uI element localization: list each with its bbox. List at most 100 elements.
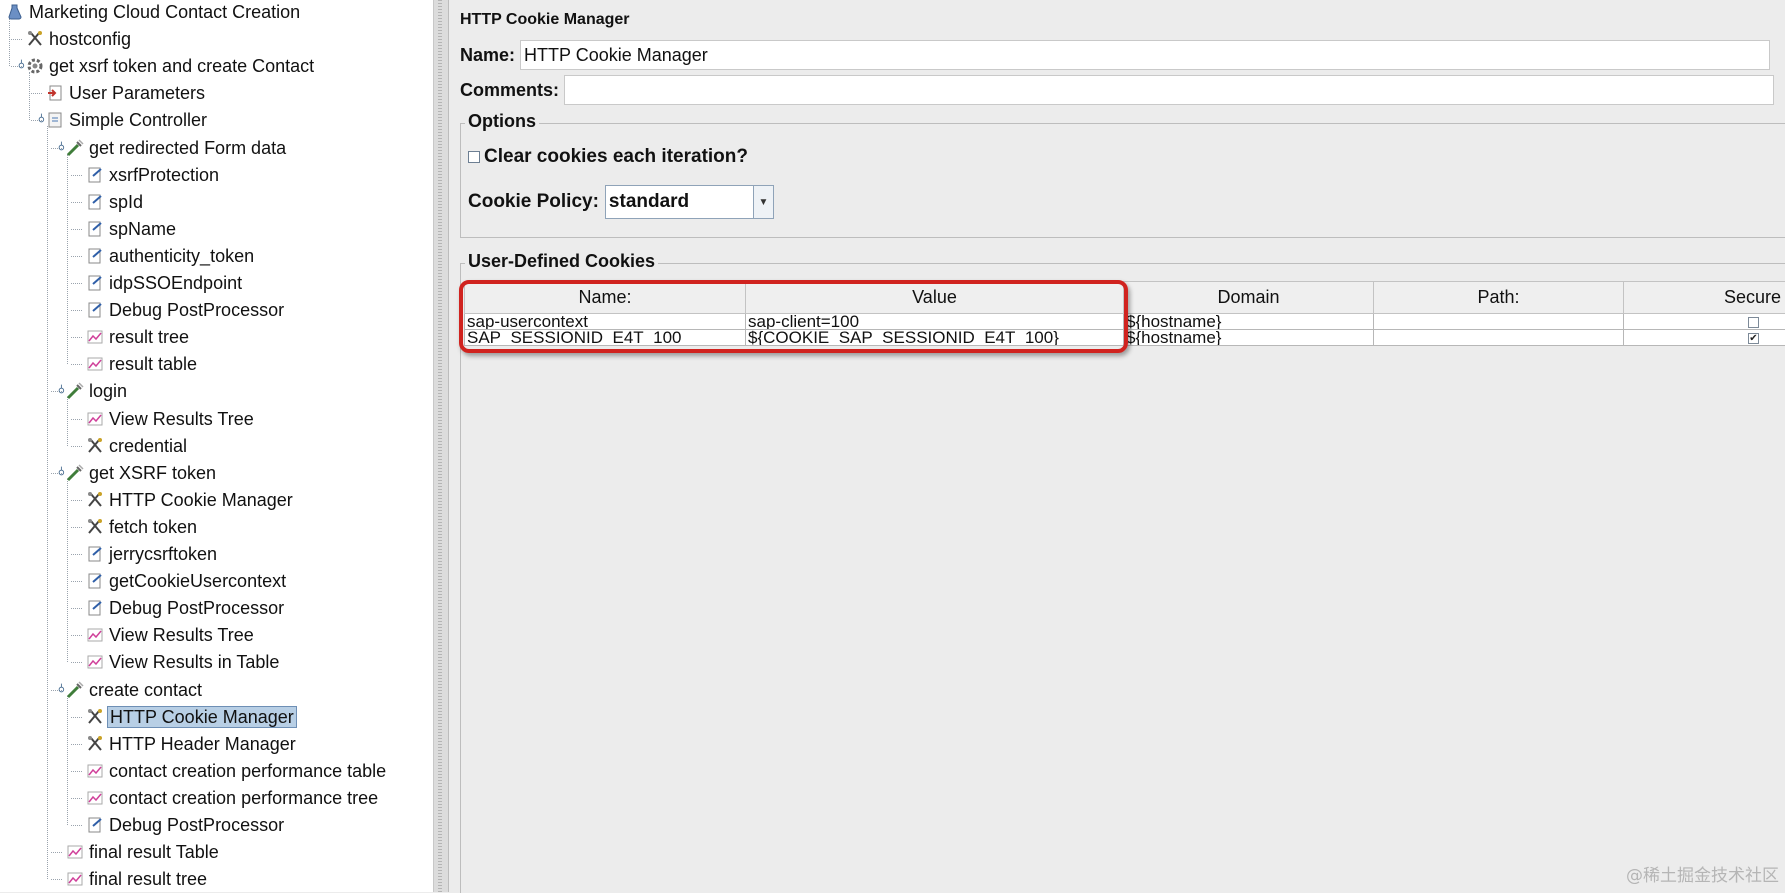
tree-node[interactable]: contact creation performance tree <box>86 786 380 810</box>
tree-node[interactable]: idpSSOEndpoint <box>86 271 244 295</box>
cookie-domain-cell[interactable]: ${hostname} <box>1124 314 1374 330</box>
chevron-down-icon[interactable]: ▼ <box>753 186 773 218</box>
tree-expand-toggle-icon[interactable]: ⚲ <box>58 142 65 149</box>
tree-node[interactable]: View Results in Table <box>86 650 281 674</box>
cookie-path-cell[interactable] <box>1374 314 1624 330</box>
tree-node-label: fetch token <box>107 515 199 539</box>
split-pane-divider[interactable] <box>433 0 449 892</box>
tree-node-label: View Results in Table <box>107 650 281 674</box>
tree-guide-line <box>71 364 82 365</box>
clear-cookies-checkbox[interactable] <box>468 151 480 163</box>
cookie-secure-cell[interactable] <box>1624 314 1785 330</box>
tree-node[interactable]: jerrycsrftoken <box>86 542 219 566</box>
tree-guide-line <box>71 744 82 745</box>
listener-icon <box>86 762 104 780</box>
tree-node[interactable]: create contact <box>66 678 204 702</box>
tree-node[interactable]: Marketing Cloud Contact Creation <box>6 0 302 24</box>
tree-node-label: contact creation performance tree <box>107 786 380 810</box>
cookies-table[interactable]: Name: Value Domain Path: Secure sap-user… <box>464 281 1785 346</box>
tree-node-label: HTTP Cookie Manager <box>107 706 297 728</box>
tree-guide-line <box>71 581 82 582</box>
tree-node[interactable]: Debug PostProcessor <box>86 813 286 837</box>
clear-cookies-label[interactable]: Clear cookies each iteration? <box>484 146 748 168</box>
postprocessor-icon <box>86 545 104 563</box>
tree-node[interactable]: View Results Tree <box>86 407 256 431</box>
tree-node[interactable]: authenticity_token <box>86 244 256 268</box>
cookie-secure-cell[interactable]: ✔ <box>1624 330 1785 346</box>
tree-node-label: create contact <box>87 678 204 702</box>
column-header-path[interactable]: Path: <box>1374 282 1624 314</box>
name-input[interactable]: HTTP Cookie Manager <box>520 40 1770 70</box>
tree-expand-toggle-icon[interactable]: ⚲ <box>38 114 45 121</box>
tree-node[interactable]: hostconfig <box>26 27 133 51</box>
user-defined-cookies-title: User-Defined Cookies <box>465 251 658 272</box>
tree-node[interactable]: get redirected Form data <box>66 136 288 160</box>
tree-node-label: spName <box>107 217 178 241</box>
postprocessor-icon <box>86 572 104 590</box>
postprocessor-icon <box>86 599 104 617</box>
sampler-icon <box>66 382 84 400</box>
tree-node[interactable]: contact creation performance table <box>86 759 388 783</box>
tree-node[interactable]: HTTP Cookie Manager <box>86 705 297 729</box>
cookie-path-cell[interactable] <box>1374 330 1624 346</box>
cookie-policy-row: Cookie Policy: standard ▼ <box>468 185 774 219</box>
tree-node[interactable]: xsrfProtection <box>86 163 221 187</box>
tree-node[interactable]: login <box>66 379 129 403</box>
table-row[interactable]: sap-usercontext sap-client=100 ${hostnam… <box>465 314 1785 330</box>
tree-node[interactable]: spName <box>86 217 178 241</box>
tree-expand-toggle-icon[interactable]: ⚲ <box>18 60 25 67</box>
tree-node[interactable]: getCookieUsercontext <box>86 569 288 593</box>
tree-node-label: get redirected Form data <box>87 136 288 160</box>
tree-expand-toggle-icon[interactable]: ⚲ <box>58 684 65 691</box>
column-header-value[interactable]: Value <box>746 282 1124 314</box>
column-header-domain[interactable]: Domain <box>1124 282 1374 314</box>
tree-guide-line <box>71 419 82 420</box>
postprocessor-icon <box>86 220 104 238</box>
tree-guide-line <box>67 397 68 445</box>
tree-node[interactable]: get XSRF token <box>66 461 218 485</box>
tree-node[interactable]: spId <box>86 190 145 214</box>
cookie-name-cell[interactable]: SAP_SESSIONID_E4T_100 <box>465 330 746 346</box>
cookie-value-cell[interactable]: ${COOKIE_SAP_SESSIONID_E4T_100} <box>746 330 1124 346</box>
secure-checkbox[interactable]: ✔ <box>1748 333 1759 344</box>
tree-node[interactable]: get xsrf token and create Contact <box>26 54 316 78</box>
config-element-icon <box>86 708 104 726</box>
tree-node[interactable]: Simple Controller <box>46 108 209 132</box>
listener-icon <box>66 843 84 861</box>
divider-grip[interactable] <box>438 0 442 892</box>
tree-node[interactable]: Debug PostProcessor <box>86 298 286 322</box>
cookie-policy-select[interactable]: standard ▼ <box>605 185 774 219</box>
tree-node[interactable]: HTTP Header Manager <box>86 732 298 756</box>
tree-node[interactable]: fetch token <box>86 515 199 539</box>
tree-node[interactable]: User Parameters <box>46 81 207 105</box>
tree-node-label: Debug PostProcessor <box>107 813 286 837</box>
controller-icon <box>46 111 64 129</box>
table-row[interactable]: SAP_SESSIONID_E4T_100 ${COOKIE_SAP_SESSI… <box>465 330 1785 346</box>
tree-node[interactable]: final result Table <box>66 840 221 864</box>
tree-node[interactable]: result tree <box>86 325 191 349</box>
tree-node[interactable]: credential <box>86 434 189 458</box>
cookie-domain-cell[interactable]: ${hostname} <box>1124 330 1374 346</box>
tree-guide-line <box>71 229 82 230</box>
tree-guide-line <box>71 446 82 447</box>
secure-checkbox[interactable] <box>1748 317 1759 328</box>
column-header-name[interactable]: Name: <box>465 282 746 314</box>
panel-title: HTTP Cookie Manager <box>460 11 630 29</box>
tree-node[interactable]: Debug PostProcessor <box>86 596 286 620</box>
cookie-value-cell[interactable]: sap-client=100 <box>746 314 1124 330</box>
test-plan-tree[interactable]: Marketing Cloud Contact Creation hostconf… <box>0 0 433 892</box>
comments-input[interactable] <box>564 75 1774 105</box>
tree-node[interactable]: HTTP Cookie Manager <box>86 488 295 512</box>
tree-guide-line <box>47 126 48 879</box>
tree-node[interactable]: final result tree <box>66 867 209 891</box>
cookie-policy-label: Cookie Policy: <box>468 191 599 213</box>
sampler-icon <box>66 464 84 482</box>
table-header-row: Name: Value Domain Path: Secure <box>465 282 1785 314</box>
tree-expand-toggle-icon[interactable]: ⚲ <box>58 467 65 474</box>
tree-node-label: jerrycsrftoken <box>107 542 219 566</box>
tree-node[interactable]: result table <box>86 352 199 376</box>
tree-expand-toggle-icon[interactable]: ⚲ <box>58 385 65 392</box>
tree-node[interactable]: View Results Tree <box>86 623 256 647</box>
cookie-name-cell[interactable]: sap-usercontext <box>465 314 746 330</box>
column-header-secure[interactable]: Secure <box>1624 282 1785 314</box>
